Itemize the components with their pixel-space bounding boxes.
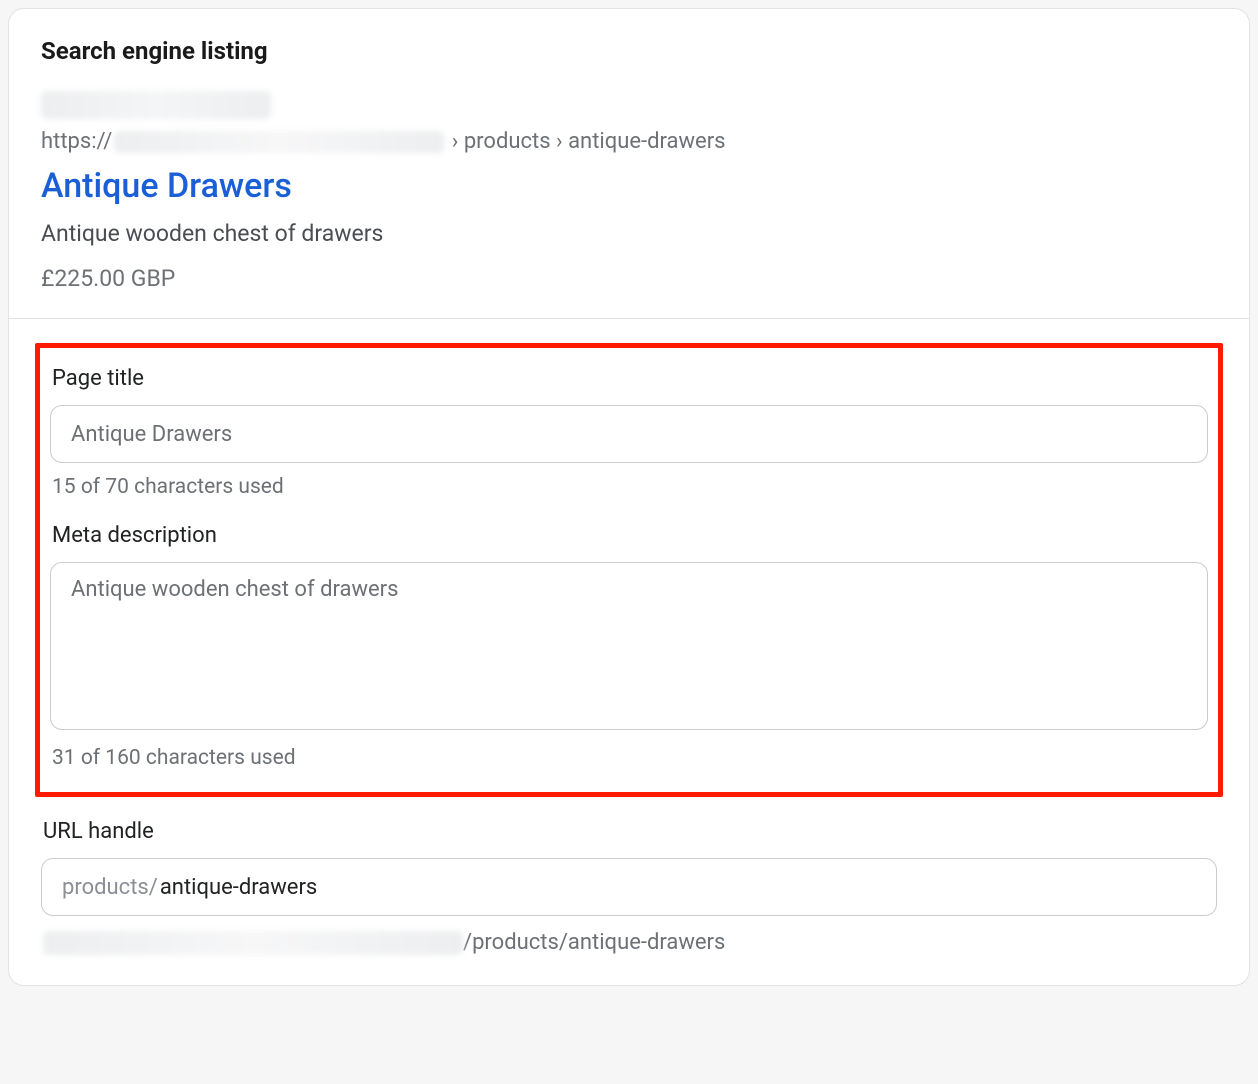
page-title-helper: 15 of 70 characters used bbox=[52, 475, 1208, 499]
url-handle-prefix: products/ bbox=[62, 875, 158, 900]
url-domain-redacted bbox=[43, 931, 463, 955]
url-handle-label: URL handle bbox=[43, 819, 1217, 844]
meta-description-label: Meta description bbox=[52, 523, 1208, 548]
preview-title: Antique Drawers bbox=[41, 166, 1217, 206]
meta-description-field: Meta description 31 of 160 characters us… bbox=[50, 523, 1208, 770]
section-title: Search engine listing bbox=[41, 37, 1217, 65]
url-handle-input[interactable] bbox=[160, 875, 1196, 900]
highlight-box: Page title 15 of 70 characters used Meta… bbox=[35, 343, 1223, 797]
meta-description-input[interactable] bbox=[50, 562, 1208, 730]
preview-domain-redacted bbox=[114, 131, 444, 153]
url-handle-full-path: /products/antique-drawers bbox=[463, 930, 725, 955]
preview-shop-name-redacted bbox=[41, 91, 271, 119]
page-title-field: Page title 15 of 70 characters used bbox=[50, 366, 1208, 499]
url-handle-input-wrap[interactable]: products/ bbox=[41, 858, 1217, 916]
preview-url: https:// › products › antique-drawers bbox=[41, 129, 1217, 154]
preview-price: £225.00 GBP bbox=[41, 265, 1217, 292]
page-title-input[interactable] bbox=[50, 405, 1208, 463]
preview-url-prefix: https:// bbox=[41, 129, 112, 154]
preview-description: Antique wooden chest of drawers bbox=[41, 220, 1217, 247]
url-handle-full: /products/antique-drawers bbox=[43, 930, 1217, 955]
meta-description-helper: 31 of 160 characters used bbox=[52, 746, 1208, 770]
url-handle-field: URL handle products/ /products/antique-d… bbox=[41, 819, 1217, 955]
seo-card: Search engine listing https:// › product… bbox=[8, 8, 1250, 986]
preview-section: Search engine listing https:// › product… bbox=[9, 9, 1249, 319]
page-title-label: Page title bbox=[52, 366, 1208, 391]
preview-url-suffix: › products › antique-drawers bbox=[446, 129, 725, 154]
form-section: Page title 15 of 70 characters used Meta… bbox=[9, 319, 1249, 985]
